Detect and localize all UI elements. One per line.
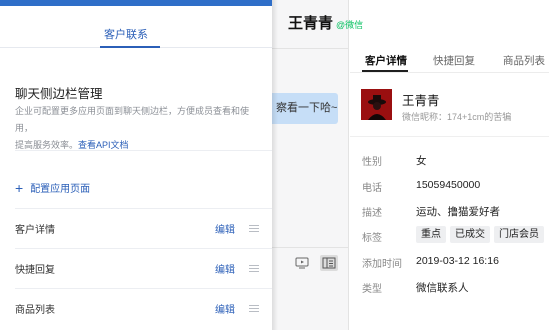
phone-label: 电话	[362, 183, 382, 194]
tab-customer-contact[interactable]: 客户联系	[104, 26, 148, 42]
edit-button[interactable]: 编辑	[215, 301, 235, 316]
description-value: 运动、撸猫爱好者	[416, 206, 500, 218]
tab-customer-details[interactable]: 客户详情	[365, 53, 407, 68]
profile-name: 王青青	[402, 94, 440, 108]
api-docs-link[interactable]: 查看API文档	[78, 140, 129, 150]
config-row-label: 客户详情	[15, 224, 55, 236]
gender-value: 女	[416, 155, 427, 167]
section-title: 聊天侧边栏管理	[15, 87, 103, 101]
description-line-2: 提高服务效率。	[15, 140, 79, 150]
added-time-value: 2019-03-12 16:16	[416, 255, 499, 267]
description-line-1: 企业可配置更多应用页面到聊天侧边栏，方便成员查看和使用，	[15, 106, 250, 133]
avatar	[361, 89, 392, 120]
added-time-label: 添加时间	[362, 259, 402, 270]
admin-tabbar: 客户联系	[0, 6, 272, 48]
section-description: 企业可配置更多应用页面到聊天侧边栏，方便成员查看和使用， 提高服务效率。查看AP…	[15, 103, 265, 154]
contact-name: 王青青	[288, 15, 334, 32]
edit-button[interactable]: 编辑	[215, 261, 235, 276]
config-row-quick-reply: 快捷回复 编辑	[15, 248, 272, 288]
gender-label: 性别	[362, 157, 382, 168]
drag-handle-icon[interactable]	[249, 264, 259, 272]
tag-badge: 门店会员	[494, 226, 544, 243]
tab-active-indicator	[100, 46, 160, 48]
phone-value: 15059450000	[416, 179, 481, 191]
profile-nickname: 微信昵称：174+1cm的苦犏	[402, 112, 512, 122]
tab-product-list[interactable]: 商品列表	[503, 53, 545, 68]
divider	[272, 247, 349, 248]
screen-share-icon[interactable]	[293, 255, 311, 271]
plus-icon: +	[15, 179, 24, 196]
tab-quick-reply[interactable]: 快捷回复	[433, 53, 475, 68]
tag-badge: 已成交	[450, 226, 490, 243]
config-row-customer-details: 客户详情 编辑	[15, 208, 272, 248]
tag-list: 重点 已成交 门店会员	[416, 226, 544, 243]
panel-shadow	[272, 0, 278, 330]
edit-button[interactable]: 编辑	[215, 221, 235, 236]
type-label: 类型	[362, 284, 382, 295]
divider	[350, 72, 549, 73]
config-row-product-list: 商品列表 编辑	[15, 288, 272, 328]
chat-header: 王青青 @微信	[288, 12, 363, 33]
chat-area: 察看一下哈~	[272, 0, 349, 330]
wechat-tag: @微信	[336, 20, 364, 30]
sidebar-toggle-icon[interactable]	[320, 255, 338, 271]
add-app-page-button[interactable]: + 配置应用页面	[15, 179, 91, 196]
drag-handle-icon[interactable]	[249, 224, 259, 232]
chat-message-bubble: 察看一下哈~	[272, 93, 338, 124]
drag-handle-icon[interactable]	[249, 304, 259, 312]
tag-badge: 重点	[416, 226, 446, 243]
config-row-label: 快捷回复	[15, 264, 55, 276]
sidebar-config-panel: 客户联系 聊天侧边栏管理 企业可配置更多应用页面到聊天侧边栏，方便成员查看和使用…	[0, 0, 272, 330]
divider	[350, 136, 549, 137]
description-label: 描述	[362, 208, 382, 219]
config-row-label: 商品列表	[15, 304, 55, 316]
add-app-page-label: 配置应用页面	[30, 184, 91, 195]
divider	[15, 150, 272, 151]
divider	[272, 48, 349, 49]
type-value: 微信联系人	[416, 282, 469, 294]
tags-label: 标签	[362, 233, 382, 244]
